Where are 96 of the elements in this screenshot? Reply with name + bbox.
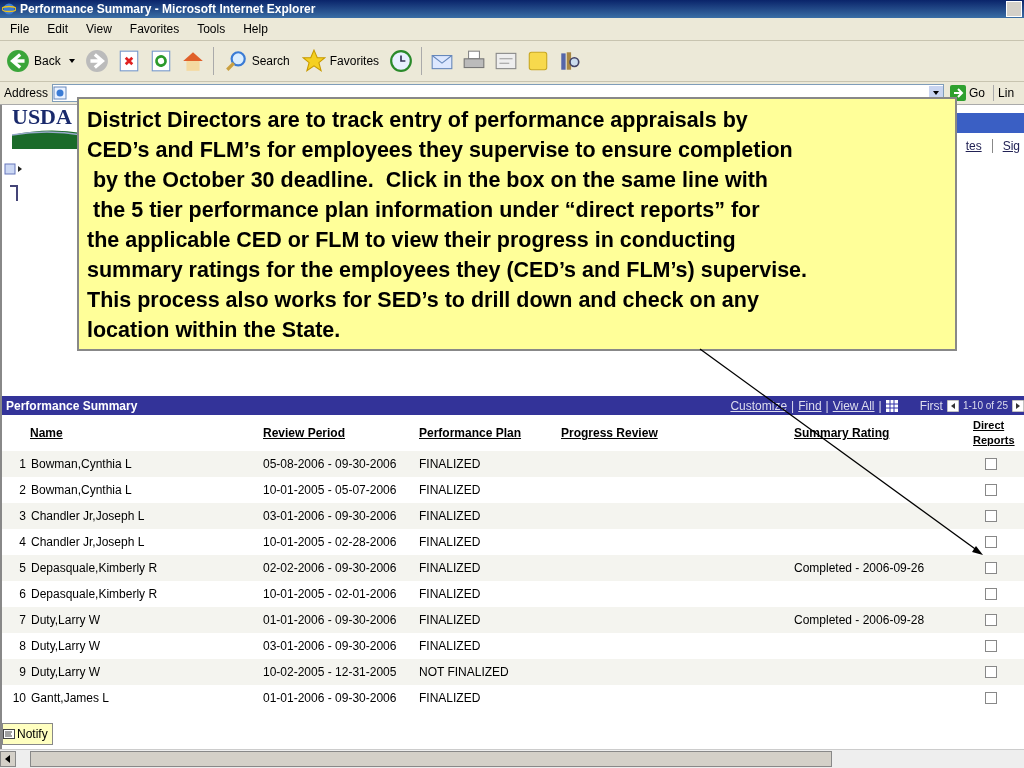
link-separator: | — [791, 398, 795, 413]
grid-icon[interactable] — [885, 399, 898, 412]
table-cell-text: FINALIZED — [419, 561, 482, 575]
link-separator: | — [825, 398, 829, 413]
table-cell: Duty,Larry W — [31, 639, 101, 653]
row-number: 2 — [18, 483, 26, 497]
table-cell-text: FINALIZED — [419, 483, 482, 497]
window-title: Performance Summary - Microsoft Internet Explorer — [20, 2, 316, 16]
search-button[interactable]: Search — [221, 49, 292, 73]
column-header[interactable]: Name — [2, 426, 263, 440]
page-icon — [53, 86, 68, 100]
grid-link[interactable]: View All — [832, 398, 875, 413]
checkbox[interactable] — [985, 640, 997, 652]
row-number: 4 — [18, 535, 26, 549]
menu-item[interactable]: Tools — [197, 22, 226, 36]
table-cell-text: 02-02-2006 - 09-30-2006 — [263, 561, 398, 575]
header-link[interactable]: Sig — [991, 139, 1020, 153]
table-cell: Depasquale,Kimberly R — [31, 561, 158, 575]
table-cell-text: 03-01-2006 - 09-30-2006 — [263, 639, 398, 653]
column-header[interactable]: Direct Reports — [969, 418, 1021, 448]
address-label: Address — [4, 86, 49, 100]
row-number: 5 — [18, 561, 26, 575]
table-cell-text: NOT FINALIZED — [419, 665, 510, 679]
checkbox[interactable] — [985, 484, 997, 496]
table-cell: Gantt,James L — [31, 691, 110, 705]
grid-link[interactable]: Find — [798, 398, 822, 413]
table-cell-text: FINALIZED — [419, 587, 482, 601]
table-cell: Completed - 2006-09-26 — [794, 561, 925, 575]
table-cell: Duty,Larry W — [31, 665, 101, 679]
grid-title: Performance Summary — [6, 398, 138, 413]
first-link[interactable]: First — [919, 398, 943, 413]
table-cell-text: 10-01-2005 - 02-01-2006 — [263, 587, 398, 601]
page-icon[interactable] — [4, 163, 24, 175]
table-cell: Depasquale,Kimberly R — [31, 587, 158, 601]
bracket-icon — [10, 185, 18, 201]
row-number: 6 — [18, 587, 26, 601]
table-cell-text: FINALIZED — [419, 535, 482, 549]
notify-button[interactable]: Notify — [2, 723, 53, 745]
table-cell-text: FINALIZED — [419, 457, 482, 471]
row-number: 3 — [18, 509, 26, 523]
table-cell-text: 01-01-2006 - 09-30-2006 — [263, 691, 398, 705]
caret-icon — [68, 59, 75, 63]
checkbox[interactable] — [985, 458, 997, 470]
table-cell: Bowman,Cynthia L — [31, 483, 132, 497]
checkbox[interactable] — [985, 588, 997, 600]
horizontal-scrollbar[interactable] — [0, 749, 1024, 768]
column-header[interactable]: Review Period — [263, 426, 419, 440]
column-header[interactable]: Progress Review — [561, 426, 794, 440]
search-icon — [223, 49, 248, 73]
table-cell-text: 01-01-2006 - 09-30-2006 — [263, 613, 398, 627]
checkbox[interactable] — [985, 562, 997, 574]
checkbox[interactable] — [985, 536, 997, 548]
table-cell-text: FINALIZED — [419, 639, 482, 653]
logo-text: USDA — [12, 105, 73, 129]
previous-icon[interactable] — [946, 399, 959, 412]
back-button[interactable]: Back — [4, 49, 77, 73]
browser-icon — [2, 2, 16, 16]
menu-item[interactable]: Help — [243, 22, 268, 36]
menu-item[interactable]: Edit — [47, 22, 69, 36]
links-button[interactable]: Lin — [998, 86, 1015, 100]
link-separator: | — [878, 398, 882, 413]
scroll-left-icon[interactable] — [0, 751, 16, 767]
checkbox[interactable] — [985, 614, 997, 626]
next-icon[interactable] — [1012, 399, 1024, 412]
table-cell-text: FINALIZED — [419, 509, 482, 523]
row-number: 1 — [18, 457, 26, 471]
table-cell: Duty,Larry W — [31, 613, 101, 627]
checkbox[interactable] — [985, 666, 997, 678]
table-cell-text: 10-01-2005 - 05-07-2006 — [263, 483, 398, 497]
table-cell-text: 05-08-2006 - 09-30-2006 — [263, 457, 398, 471]
row-number: 7 — [18, 613, 26, 627]
favorites-button[interactable]: Favorites — [299, 49, 382, 73]
menu-item[interactable]: Favorites — [129, 22, 180, 36]
page-range: 1-10 of 25 — [962, 400, 1008, 411]
menu-item[interactable]: View — [86, 22, 112, 36]
callout-text: District Directors are to track entry of performance appraisals by CED’s and FLM’s for employees they supervise to ensure completion by the October 30 deadline. Click in the box on the same line with the 5 tier performance plan information under “direct reports” for the applicable CED or FLM to view their progress in conducting summary ratings for the employees they (CED’s and FLM’s) supervise. This process also works for SED’s to drill down and check on any location within the State. — [87, 108, 808, 342]
row-number: 10 — [11, 691, 26, 705]
star-icon — [301, 49, 326, 73]
note-icon — [3, 729, 15, 739]
table-cell-text: 03-01-2006 - 09-30-2006 — [263, 509, 398, 523]
row-number: 9 — [18, 665, 26, 679]
table-cell-text: FINALIZED — [419, 613, 482, 627]
table-cell-text: 10-02-2005 - 12-31-2005 — [263, 665, 398, 679]
table-cell: Bowman,Cynthia L — [31, 457, 132, 471]
table-cell: Completed - 2006-09-28 — [794, 613, 925, 627]
forward-icon[interactable] — [84, 49, 109, 73]
column-header[interactable]: Performance Plan — [419, 426, 561, 440]
table-cell: Chandler Jr,Joseph L — [31, 535, 145, 549]
row-number: 8 — [18, 639, 26, 653]
table-cell-text: FINALIZED — [419, 691, 482, 705]
table-cell-text: 10-01-2005 - 02-28-2006 — [263, 535, 398, 549]
history-icon[interactable] — [389, 49, 414, 73]
checkbox[interactable] — [985, 692, 997, 704]
menu-item[interactable]: File — [10, 22, 30, 36]
table-cell: Chandler Jr,Joseph L — [31, 509, 145, 523]
checkbox[interactable] — [985, 510, 997, 522]
